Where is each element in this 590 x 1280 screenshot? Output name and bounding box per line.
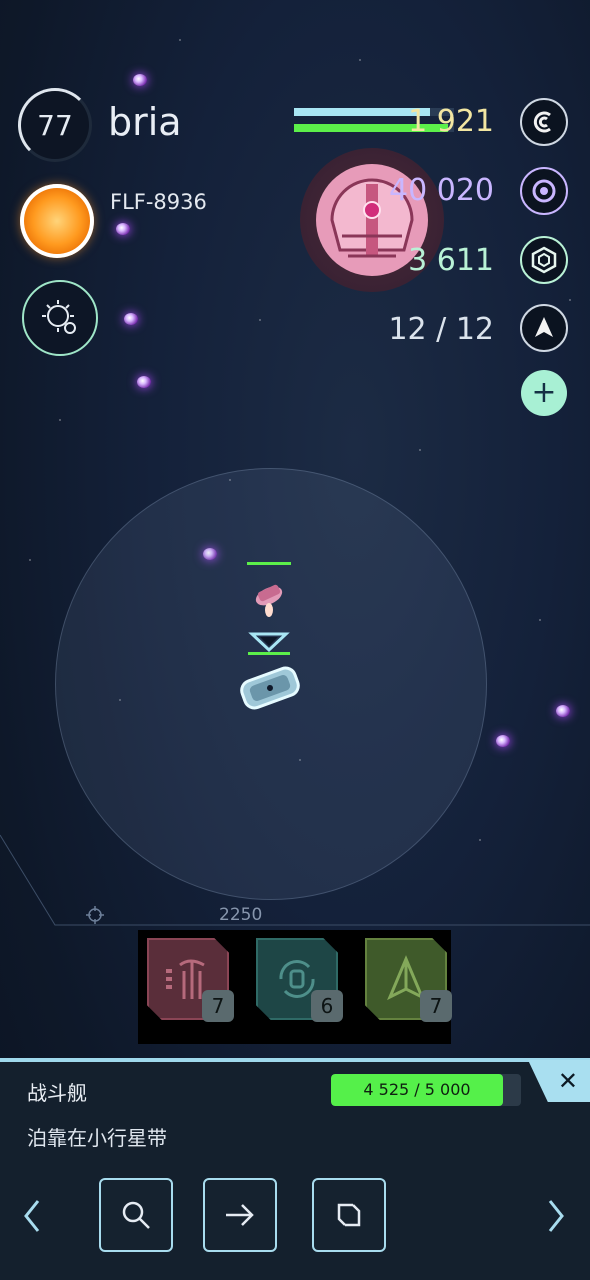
player-level: 77 (37, 108, 73, 142)
hexagon-icon (531, 246, 557, 274)
star-system-avatar[interactable] (20, 184, 94, 258)
player-name: bria (108, 100, 182, 144)
hexagon-button[interactable] (520, 236, 568, 284)
hexagon-value: 3 611 (408, 243, 494, 278)
inspect-button[interactable] (99, 1178, 173, 1252)
asteroid[interactable] (137, 376, 151, 388)
asteroid[interactable] (116, 223, 130, 235)
orb-value: 40 020 (389, 173, 494, 208)
ship-status-label: 泊靠在小行星带 (27, 1126, 167, 1150)
rotate-square-icon (337, 1203, 361, 1227)
previous-ship-button[interactable] (20, 1196, 44, 1236)
ability-3-count: 7 (420, 990, 452, 1022)
system-code: FLF-8936 (110, 190, 207, 214)
plus-icon: + (531, 375, 557, 410)
map-scale-label: 2250 (219, 905, 263, 925)
chevron-right-icon (548, 1200, 564, 1232)
player-battleship[interactable] (234, 660, 306, 716)
rotate-button[interactable] (312, 1178, 386, 1252)
asteroid[interactable] (124, 313, 138, 325)
chevron-left-icon (24, 1200, 40, 1232)
asteroid[interactable] (496, 735, 510, 747)
player-level-badge[interactable]: 77 (18, 88, 92, 162)
search-icon (122, 1201, 150, 1229)
crosshair-icon[interactable] (86, 906, 104, 924)
close-icon: ✕ (557, 1067, 578, 1095)
fleet-button[interactable] (520, 304, 568, 352)
orb-button[interactable] (520, 167, 568, 215)
add-button[interactable]: + (521, 370, 567, 416)
fleet-count: 12 / 12 (388, 312, 494, 347)
gear-icon (42, 300, 76, 334)
settings-button[interactable] (22, 280, 98, 356)
fleet-ship-icon (535, 317, 553, 337)
target-marker-icon (248, 632, 290, 655)
credits-icon (533, 111, 551, 133)
ability-1-count: 7 (202, 990, 234, 1022)
ship-type-label: 战斗舰 (27, 1081, 87, 1105)
orb-icon (532, 179, 556, 203)
asteroid[interactable] (556, 705, 570, 717)
ability-bar: 7 6 7 (138, 930, 452, 1044)
ship-hp-text: 4 525 / 5 000 (363, 1080, 471, 1099)
asteroid[interactable] (133, 74, 147, 86)
enemy-ship[interactable] (244, 558, 294, 618)
credits-value: 1 921 (408, 104, 494, 139)
next-ship-button[interactable] (544, 1196, 568, 1236)
move-button[interactable] (203, 1178, 277, 1252)
arrow-right-icon (226, 1204, 254, 1226)
credits-button[interactable] (520, 98, 568, 146)
ability-2-count: 6 (311, 990, 343, 1022)
